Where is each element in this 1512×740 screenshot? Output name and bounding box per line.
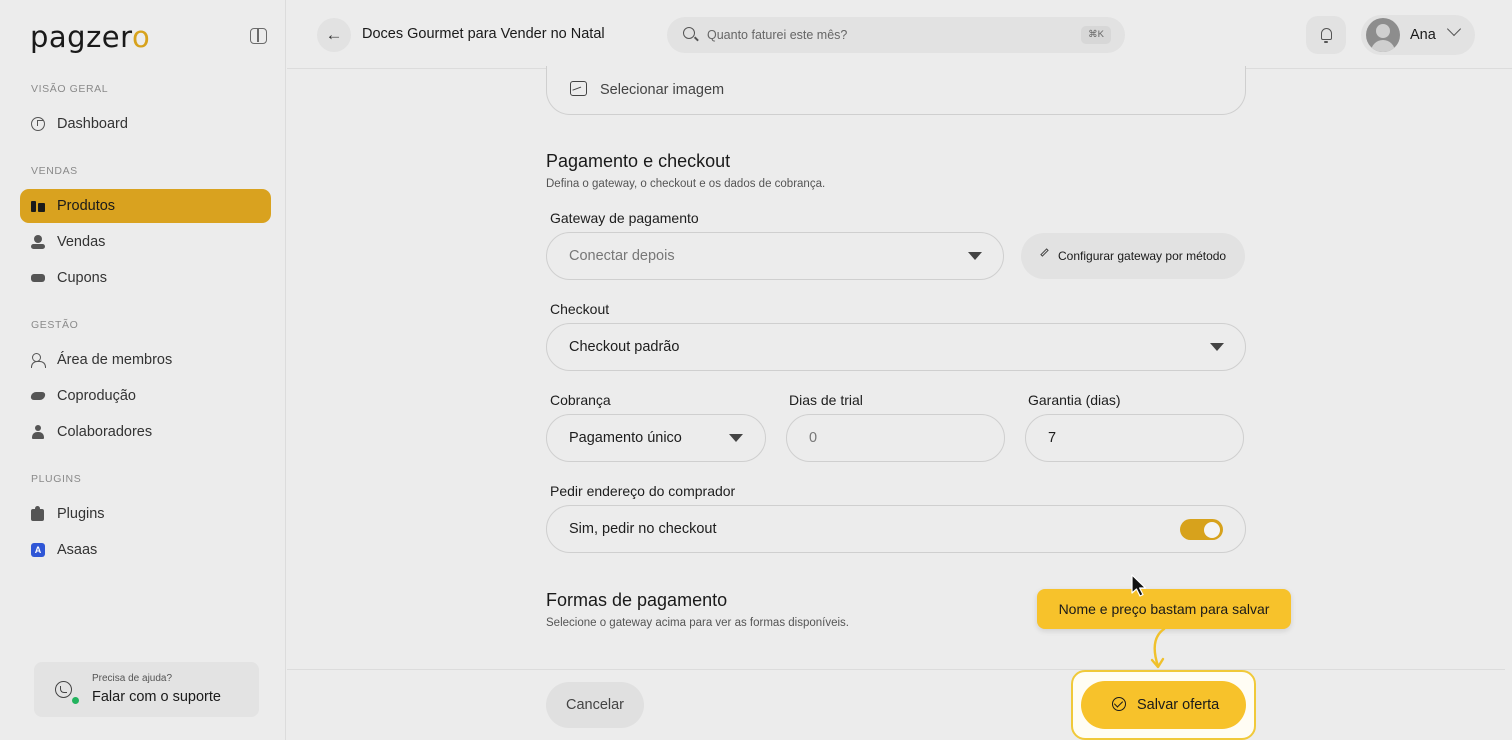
- sidebar-item-label: Plugins: [57, 506, 105, 522]
- page-title: Doces Gourmet para Vender no Natal: [362, 26, 605, 42]
- ask-address-toggle[interactable]: [1180, 519, 1223, 540]
- guarantee-days-input[interactable]: 7: [1025, 414, 1244, 462]
- hint-tooltip: Nome e preço bastam para salvar: [1037, 589, 1291, 629]
- arrow-left-icon: ←: [325, 25, 343, 44]
- payment-methods-title: Formas de pagamento: [546, 590, 728, 610]
- gateway-select-value: Conectar depois: [569, 248, 675, 264]
- ask-address-value: Sim, pedir no checkout: [569, 521, 717, 537]
- mouse-cursor-icon: [1131, 574, 1147, 597]
- sidebar-item-label: Colaboradores: [57, 424, 153, 440]
- coupon-icon: [31, 271, 45, 285]
- cancel-button[interactable]: Cancelar: [546, 682, 644, 728]
- online-status-dot: [72, 697, 79, 704]
- sidebar-item-label: Coprodução: [57, 388, 136, 404]
- whatsapp-icon: [55, 681, 72, 698]
- handshake-icon: [31, 389, 45, 403]
- sidebar-item-label: Vendas: [57, 234, 106, 250]
- support-card[interactable]: Precisa de ajuda? Falar com o suporte: [34, 662, 259, 717]
- members-icon: [31, 353, 46, 368]
- sidebar-item-label: Produtos: [57, 198, 116, 214]
- sidebar-item-members-area[interactable]: Área de membros: [20, 343, 271, 377]
- support-link-label: Falar com o suporte: [92, 689, 221, 705]
- sidebar-item-dashboard[interactable]: Dashboard: [20, 107, 271, 141]
- section-label-sales: VENDAS: [31, 165, 78, 177]
- sidebar-collapse-icon[interactable]: [250, 28, 267, 44]
- back-button[interactable]: ←: [317, 18, 351, 52]
- puzzle-icon: [31, 506, 45, 521]
- chevron-down-icon: [1446, 21, 1462, 37]
- products-icon: [31, 199, 45, 213]
- billing-select[interactable]: Pagamento único: [546, 414, 766, 462]
- search-input[interactable]: Quanto faturei este mês? ⌘K: [667, 17, 1125, 53]
- sidebar-item-asaas[interactable]: A Asaas: [20, 533, 271, 567]
- bell-icon: [1321, 28, 1332, 43]
- ask-address-label: Pedir endereço do comprador: [550, 483, 736, 499]
- sidebar-item-label: Dashboard: [57, 116, 128, 132]
- notifications-button[interactable]: [1306, 16, 1346, 54]
- payment-methods-description: Selecione o gateway acima para ver as fo…: [546, 617, 849, 629]
- topbar: ← Doces Gourmet para Vender no Natal Qua…: [287, 0, 1512, 69]
- check-circle-icon: [1112, 697, 1126, 711]
- sidebar-item-label: Cupons: [57, 270, 107, 286]
- pencil-icon: [1040, 248, 1049, 257]
- section-label-overview: VISÃO GERAL: [31, 83, 109, 95]
- dashboard-icon: [31, 117, 45, 131]
- configure-gateway-label: Configurar gateway por método: [1058, 249, 1227, 263]
- user-name: Ana: [1410, 27, 1436, 43]
- support-caption: Precisa de ajuda?: [92, 673, 173, 684]
- sidebar-item-sales[interactable]: Vendas: [20, 225, 271, 259]
- collaborators-icon: [31, 425, 45, 439]
- image-picker-label: Selecionar imagem: [600, 82, 725, 98]
- billing-select-value: Pagamento único: [569, 430, 682, 446]
- search-placeholder: Quanto faturei este mês?: [707, 28, 848, 42]
- image-picker[interactable]: Selecionar imagem: [546, 66, 1246, 115]
- save-offer-button[interactable]: Salvar oferta: [1081, 681, 1246, 729]
- save-offer-label: Salvar oferta: [1137, 697, 1220, 713]
- sidebar-item-label: Asaas: [57, 542, 98, 558]
- sidebar: pagzero VISÃO GERAL Dashboard VENDAS Pro…: [0, 0, 286, 740]
- section-label-management: GESTÃO: [31, 319, 79, 331]
- form-action-bar: [287, 669, 1505, 740]
- logo-text: pagzer: [30, 20, 132, 54]
- trial-days-label: Dias de trial: [789, 392, 863, 408]
- caret-down-icon: [968, 252, 982, 260]
- image-icon: [570, 81, 587, 96]
- payment-section-title: Pagamento e checkout: [546, 151, 731, 171]
- checkout-select[interactable]: Checkout padrão: [546, 323, 1246, 371]
- sidebar-item-products[interactable]: Produtos: [20, 189, 271, 223]
- checkout-select-value: Checkout padrão: [569, 339, 680, 355]
- billing-label: Cobrança: [550, 392, 611, 408]
- sidebar-item-label: Área de membros: [57, 352, 173, 368]
- user-menu[interactable]: Ana: [1361, 15, 1475, 55]
- sales-icon: [31, 235, 45, 249]
- sidebar-item-coproduction[interactable]: Coprodução: [20, 379, 271, 413]
- guarantee-days-value: 7: [1048, 430, 1057, 446]
- caret-down-icon: [729, 434, 743, 442]
- ask-address-field: Sim, pedir no checkout: [546, 505, 1246, 553]
- trial-days-placeholder: 0: [809, 430, 818, 446]
- tooltip-arrow-icon: [1150, 627, 1166, 669]
- sidebar-item-coupons[interactable]: Cupons: [20, 261, 271, 295]
- gateway-label: Gateway de pagamento: [550, 210, 699, 226]
- payment-section-description: Defina o gateway, o checkout e os dados …: [546, 178, 826, 190]
- search-icon: [683, 27, 695, 39]
- sidebar-item-collaborators[interactable]: Colaboradores: [20, 415, 271, 449]
- checkout-label: Checkout: [550, 301, 610, 317]
- app-logo[interactable]: pagzero: [30, 20, 150, 54]
- logo-accent: o: [131, 20, 151, 54]
- asaas-logo-icon: A: [31, 543, 45, 557]
- trial-days-input[interactable]: 0: [786, 414, 1005, 462]
- search-shortcut-badge: ⌘K: [1081, 26, 1111, 44]
- section-label-plugins: PLUGINS: [31, 473, 82, 485]
- caret-down-icon: [1210, 343, 1224, 351]
- gateway-select[interactable]: Conectar depois: [546, 232, 1004, 280]
- sidebar-item-plugins[interactable]: Plugins: [20, 497, 271, 531]
- guarantee-days-label: Garantia (dias): [1028, 392, 1121, 408]
- configure-gateway-button[interactable]: Configurar gateway por método: [1021, 233, 1245, 279]
- avatar: [1366, 18, 1400, 52]
